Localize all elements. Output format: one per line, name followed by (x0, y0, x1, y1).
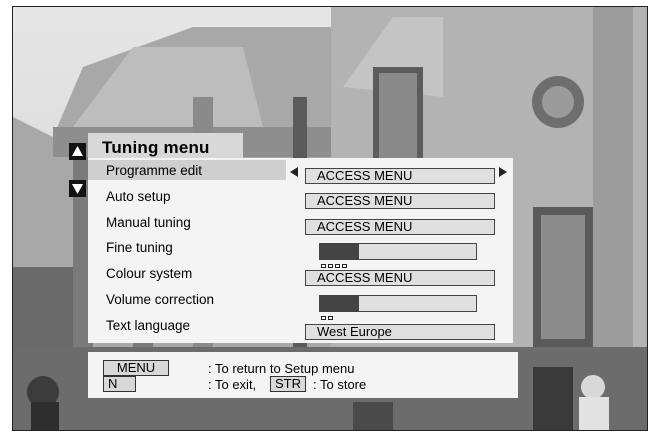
colour-system-value[interactable]: ACCESS MENU (305, 270, 495, 286)
menu-row-programme-edit[interactable]: Programme edit (106, 163, 202, 178)
menu-key[interactable]: MENU (103, 360, 169, 376)
step-dot (342, 264, 347, 268)
footer-help-panel: MENU : To return to Setup menu N : To ex… (88, 352, 518, 398)
menu-row-manual-tuning[interactable]: Manual tuning (106, 215, 191, 230)
auto-setup-value[interactable]: ACCESS MENU (305, 193, 495, 209)
menu-title: Tuning menu (102, 138, 210, 157)
tv-screen: Tuning menu Programme edit ACCESS MENU A… (0, 0, 658, 434)
fine-tuning-slider[interactable] (319, 243, 477, 260)
menu-row-text-language[interactable]: Text language (106, 318, 190, 333)
menu-title-tab: Tuning menu (88, 133, 243, 161)
text-language-value[interactable]: West Europe (305, 324, 495, 340)
step-dot (328, 264, 333, 268)
manual-tuning-value[interactable]: ACCESS MENU (305, 219, 495, 235)
exit-description: : To exit, (208, 377, 257, 392)
step-dot (321, 316, 326, 320)
fine-tuning-step-dots (321, 264, 347, 269)
tuning-menu-panel: Programme edit ACCESS MENU Auto setup AC… (88, 158, 513, 343)
n-key[interactable]: N (103, 376, 136, 392)
str-key[interactable]: STR (270, 376, 306, 392)
menu-row-auto-setup[interactable]: Auto setup (106, 189, 171, 204)
right-arrow-icon[interactable] (499, 167, 507, 177)
menu-row-fine-tuning[interactable]: Fine tuning (106, 240, 173, 255)
volume-correction-slider[interactable] (319, 295, 477, 312)
down-arrow-icon[interactable] (69, 180, 86, 197)
step-dot (335, 264, 340, 268)
menu-key-description: : To return to Setup menu (208, 361, 355, 376)
programme-edit-value[interactable]: ACCESS MENU (305, 168, 495, 184)
volume-correction-step-dots (321, 316, 333, 321)
fine-tuning-level (320, 244, 359, 259)
store-description: : To store (313, 377, 367, 392)
volume-correction-level (320, 296, 359, 311)
step-dot (328, 316, 333, 320)
menu-row-colour-system[interactable]: Colour system (106, 266, 192, 281)
step-dot (321, 264, 326, 268)
up-arrow-icon[interactable] (69, 143, 86, 160)
menu-row-volume-correction[interactable]: Volume correction (106, 292, 214, 307)
left-arrow-icon[interactable] (290, 167, 298, 177)
